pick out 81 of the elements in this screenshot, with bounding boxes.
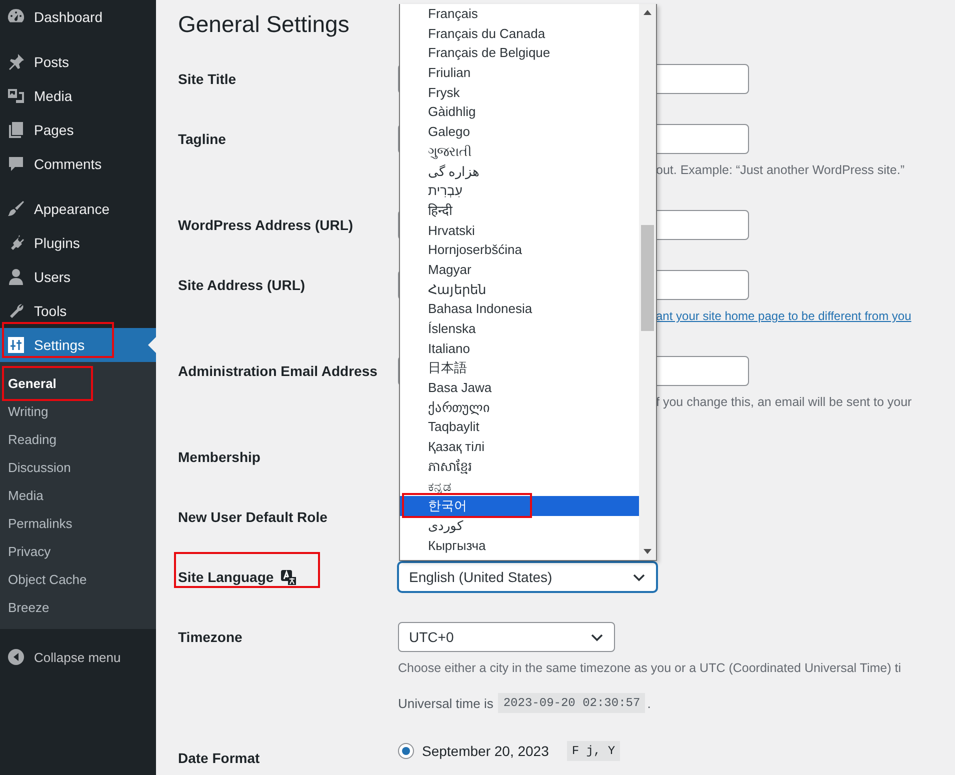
- language-option[interactable]: Հայերեն: [400, 280, 639, 300]
- translate-icon: [280, 569, 296, 585]
- language-option[interactable]: Français du Canada: [400, 24, 639, 44]
- field-label: Date Format: [178, 749, 260, 768]
- submenu-item[interactable]: Permalinks: [0, 509, 156, 537]
- submenu-item[interactable]: Discussion: [0, 453, 156, 481]
- language-option[interactable]: 日本語: [400, 358, 639, 378]
- language-option[interactable]: Кыргызча: [400, 536, 639, 556]
- person-icon: [6, 267, 26, 287]
- submenu-item[interactable]: Media: [0, 481, 156, 509]
- language-option[interactable]: Galego: [400, 122, 639, 142]
- radio-button[interactable]: [398, 743, 414, 759]
- language-option[interactable]: هزاره گی: [400, 162, 639, 182]
- language-option[interactable]: كوردی: [400, 516, 639, 536]
- help-text: f you change this, an email will be sent to your: [656, 394, 912, 411]
- collapse-menu-button[interactable]: Collapse menu: [0, 640, 156, 674]
- field-label: Site Address (URL): [178, 276, 306, 295]
- language-option[interactable]: Français: [400, 4, 639, 24]
- submenu-item[interactable]: Privacy: [0, 537, 156, 565]
- format-code: F j, Y: [566, 741, 620, 761]
- sidebar-item[interactable]: Appearance: [0, 192, 156, 226]
- language-option[interactable]: Frysk: [400, 82, 639, 102]
- sidebar-item[interactable]: Posts: [0, 45, 156, 79]
- language-option[interactable]: Bahasa Indonesia: [400, 299, 639, 319]
- submenu-item[interactable]: Object Cache: [0, 565, 156, 593]
- time-label: Universal time is: [398, 696, 494, 710]
- language-option[interactable]: Қазақ тілі: [400, 437, 639, 457]
- field-label: Site Title: [178, 70, 236, 89]
- language-option[interactable]: Français de Belgique: [400, 43, 639, 64]
- period: .: [647, 696, 651, 710]
- sliders-icon: [6, 335, 26, 355]
- language-option[interactable]: Gàidhlig: [400, 102, 639, 122]
- submenu-item[interactable]: Writing: [0, 397, 156, 425]
- page-title: General Settings: [178, 10, 350, 39]
- sidebar-item[interactable]: Tools: [0, 294, 156, 328]
- timezone-select[interactable]: UTC+0: [398, 622, 615, 652]
- language-option[interactable]: Basa Jawa: [400, 378, 639, 398]
- sidebar-item[interactable]: Pages: [0, 113, 156, 147]
- help-link[interactable]: ant your site home page to be different from you: [656, 306, 912, 326]
- scrollbar-thumb[interactable]: [641, 225, 654, 331]
- field-label: WordPress Address (URL): [178, 216, 354, 235]
- sidebar-item[interactable]: Plugins: [0, 226, 156, 260]
- language-option[interactable]: हिन्दी: [400, 200, 639, 221]
- sidebar-item[interactable]: Users: [0, 260, 156, 294]
- language-option[interactable]: Hornjoserbšćina: [400, 240, 639, 260]
- sidebar-item[interactable]: Settings: [0, 328, 156, 362]
- field-label: New User Default Role: [178, 508, 328, 527]
- language-option[interactable]: Íslenska: [400, 319, 639, 339]
- speech-bubble-icon: [6, 154, 26, 174]
- sidebar-item[interactable]: Comments: [0, 147, 156, 181]
- language-option[interactable]: ភាសាខ្មែរ: [400, 456, 639, 476]
- language-option[interactable]: ગુજરાતી: [400, 142, 639, 162]
- language-option[interactable]: 한국어: [400, 496, 639, 516]
- scrollbar[interactable]: [639, 4, 656, 560]
- sidebar-item[interactable]: Media: [0, 79, 156, 113]
- photo-icon: [6, 86, 26, 106]
- paintbrush-icon: [6, 199, 26, 219]
- language-option[interactable]: עִבְרִית: [400, 181, 639, 201]
- time-value: 2023-09-20 02:30:57: [498, 693, 646, 713]
- sidebar-item[interactable]: Dashboard: [0, 0, 156, 34]
- field-label: Site Language: [178, 568, 274, 587]
- language-option[interactable]: Italiano: [400, 338, 639, 358]
- radio-label: September 20, 2023: [422, 743, 549, 759]
- language-option[interactable]: Magyar: [400, 260, 639, 280]
- down-arrow-icon[interactable]: [643, 547, 652, 556]
- submenu-item[interactable]: Breeze: [0, 593, 156, 621]
- submenu-item[interactable]: Reading: [0, 425, 156, 453]
- field-label: Administration Email Address: [178, 362, 378, 381]
- language-option[interactable]: ქართული: [400, 398, 639, 418]
- language-select[interactable]: English (United States): [398, 562, 657, 592]
- field-label: Timezone: [178, 628, 242, 647]
- submenu-item[interactable]: General: [0, 369, 156, 397]
- language-option[interactable]: Hrvatski: [400, 220, 639, 240]
- language-option[interactable]: Friulian: [400, 63, 639, 83]
- language-option[interactable]: Taqbaylit: [400, 417, 639, 438]
- pages-icon: [6, 120, 26, 140]
- field-label: Membership: [178, 448, 260, 467]
- help-text: out. Example: “Just another WordPress site.”: [656, 162, 904, 179]
- help-text: Choose either a city in the same timezone as you or a UTC (Coordinated Universal Time) ti: [398, 660, 901, 677]
- up-arrow-icon[interactable]: [643, 8, 652, 17]
- field-label: Tagline: [178, 130, 226, 149]
